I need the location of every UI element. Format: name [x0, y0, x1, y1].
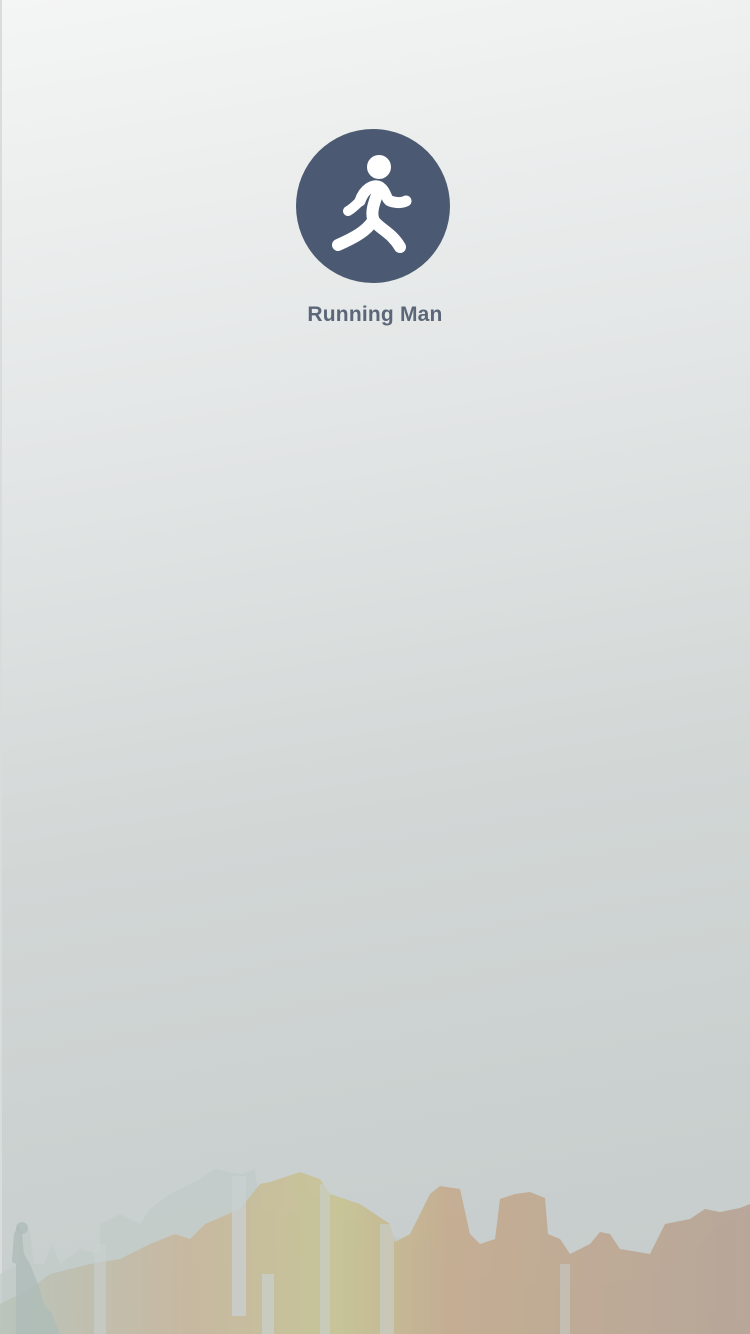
app-logo	[296, 129, 450, 283]
splash-screen: Running Man	[0, 0, 750, 1334]
city-skyline-illustration	[0, 1114, 750, 1334]
running-man-icon	[332, 155, 412, 253]
app-title: Running Man	[307, 303, 443, 326]
